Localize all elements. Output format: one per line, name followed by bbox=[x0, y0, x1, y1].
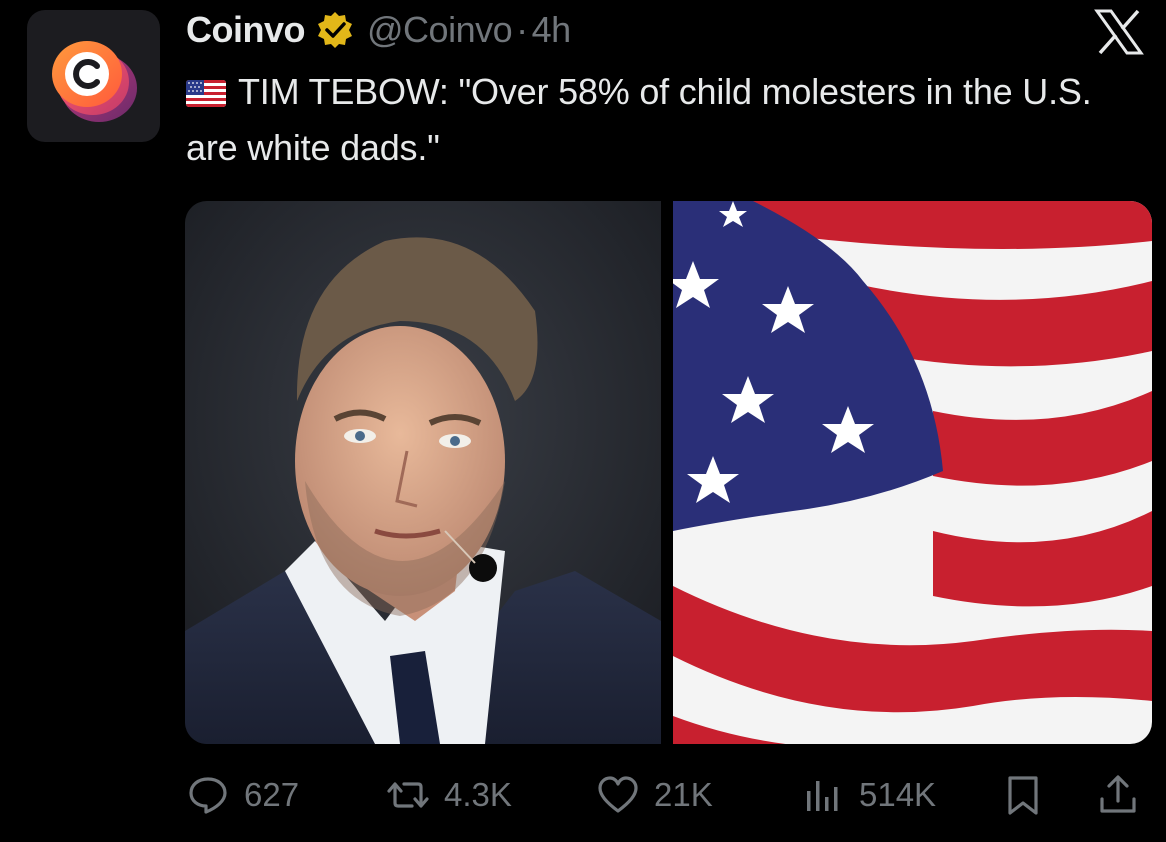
tweet-text: TIM TEBOW: "Over 58% of child molesters … bbox=[186, 64, 1146, 176]
reply-icon bbox=[189, 777, 227, 814]
views-icon bbox=[807, 781, 838, 811]
media-divider bbox=[661, 201, 673, 744]
tweet-body: TIM TEBOW: "Over 58% of child molesters … bbox=[186, 71, 1092, 168]
reply-button[interactable]: 627 bbox=[186, 770, 299, 820]
like-icon bbox=[598, 776, 638, 813]
avatar[interactable] bbox=[27, 10, 160, 142]
x-logo-icon bbox=[1094, 8, 1144, 56]
repost-icon bbox=[387, 782, 429, 808]
bookmark-icon bbox=[1008, 776, 1038, 815]
display-name[interactable]: Coinvo bbox=[186, 9, 306, 51]
media-photo-person[interactable] bbox=[185, 201, 661, 744]
share-button[interactable] bbox=[1096, 770, 1140, 820]
us-flag-emoji bbox=[186, 80, 226, 107]
reply-count: 627 bbox=[244, 776, 300, 813]
coinvo-avatar-icon bbox=[52, 41, 137, 122]
like-button[interactable]: 21K bbox=[596, 770, 713, 820]
separator: · bbox=[516, 9, 528, 50]
media-photo-flag[interactable] bbox=[673, 201, 1152, 744]
verified-badge-icon[interactable] bbox=[315, 10, 355, 50]
timestamp[interactable]: 4h bbox=[532, 9, 572, 51]
repost-count: 4.3K bbox=[444, 776, 512, 813]
handle[interactable]: @Coinvo bbox=[367, 9, 513, 51]
tweet-media[interactable] bbox=[185, 201, 1152, 744]
repost-button[interactable]: 4.3K bbox=[386, 770, 512, 820]
tweet-header: Coinvo @Coinvo · 4h bbox=[186, 6, 571, 54]
bookmark-button[interactable] bbox=[1001, 770, 1045, 820]
share-icon bbox=[1100, 775, 1136, 813]
action-bar: 627 4.3K 21K 514K bbox=[186, 770, 1146, 820]
view-count: 514K bbox=[859, 776, 937, 813]
like-count: 21K bbox=[654, 776, 713, 813]
views-button[interactable]: 514K bbox=[801, 770, 936, 820]
